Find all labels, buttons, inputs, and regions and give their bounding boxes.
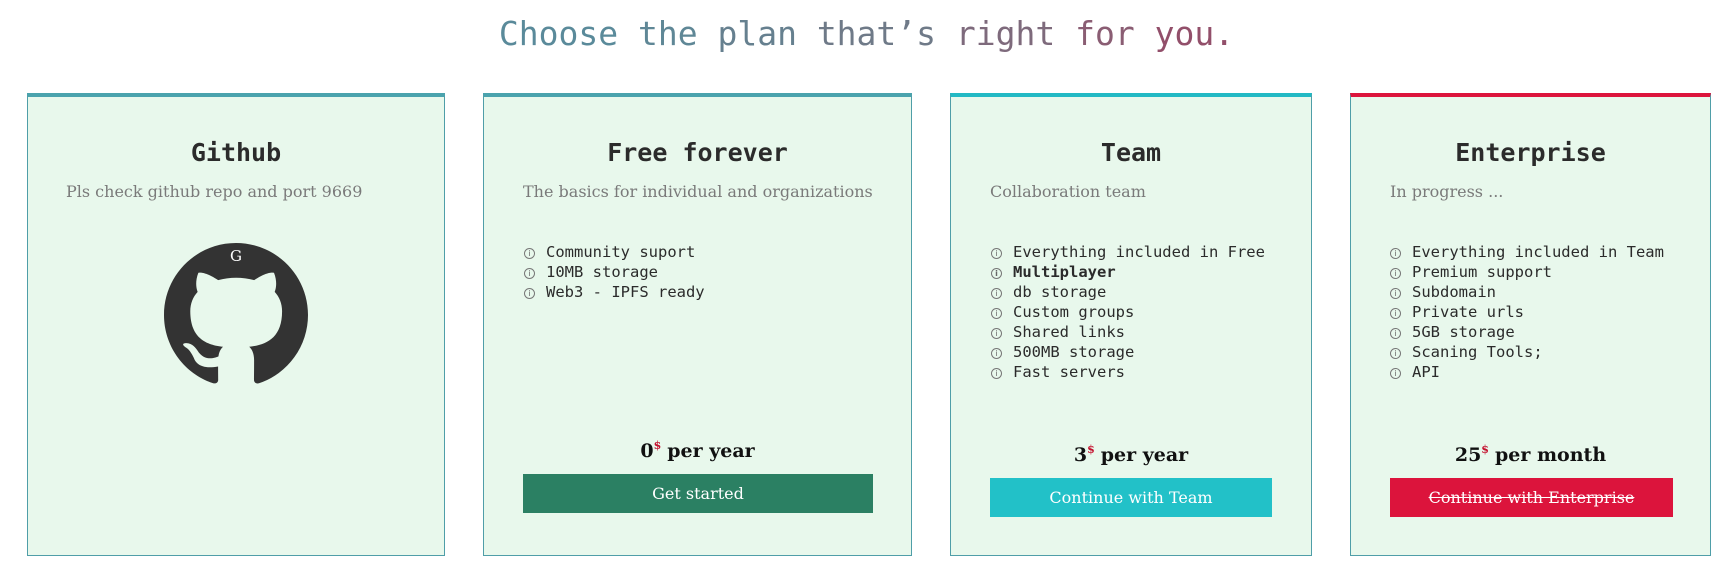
feature-label: Community suport [546,243,696,261]
price: 3$ per year [951,437,1311,468]
feature-label: Everything included in Team [1412,243,1664,261]
headline-word: plan [717,14,817,53]
feature-item: i API [1390,362,1664,382]
feature-label: Web3 - IPFS ready [546,283,705,301]
feature-item: i 5GB storage [1390,322,1664,342]
feature-label: Fast servers [1013,363,1125,381]
card-title: Team [1100,138,1162,167]
plan-card-free: Free forever The basics for individual a… [483,93,912,556]
info-icon: i [524,288,535,299]
price: 25$ per month [1351,437,1710,468]
card-title: Github [190,138,282,167]
info-icon: i [1390,288,1401,299]
github-octocat-icon: G [164,243,308,387]
price-period: per year [667,440,755,462]
feature-item: i Premium support [1390,262,1664,282]
continue-with-team-button[interactable]: Continue with Team [990,478,1272,517]
feature-item: i Everything included in Team [1390,242,1664,262]
page-headline: Choose the plan that’s right for you. [0,12,1733,56]
price-currency: $ [1087,443,1095,456]
feature-label: Multiplayer [1013,263,1116,281]
price-amount: 3 [1073,444,1088,466]
price-period: per year [1100,444,1189,466]
card-subtitle: In progress ... [1390,182,1504,201]
info-icon: i [1390,328,1401,339]
feature-label: Shared links [1013,323,1125,341]
feature-label: 10MB storage [546,263,658,281]
info-icon: i [991,268,1002,279]
feature-item: i Subdomain [1390,282,1664,302]
feature-item: i Custom groups [991,302,1265,322]
price: 0$ per year [484,433,911,464]
price-currency: $ [1481,443,1489,456]
feature-label: 500MB storage [1013,343,1135,361]
card-subtitle: Pls check github repo and port 9669 [66,182,363,201]
feature-item: i Multiplayer [991,262,1265,282]
feature-list: i Everything included in Free i Multiplaye… [991,242,1265,382]
feature-label: Everything included in Free [1013,243,1265,261]
info-icon: i [1390,308,1401,319]
feature-label: Private urls [1412,303,1524,321]
feature-list: i Everything included in Team i Premium su… [1390,242,1664,382]
price-period: per month [1494,444,1607,466]
card-subtitle: The basics for individual and organizati… [523,182,873,201]
feature-label: Subdomain [1412,283,1496,301]
info-icon: i [1390,248,1401,259]
info-icon: i [991,288,1002,299]
headline-word: that’s [816,14,956,53]
headline-word: Choose [498,14,638,53]
feature-label: 5GB storage [1412,323,1515,341]
card-title: Free forever [607,138,788,167]
headline-word: the [637,14,718,53]
feature-label: API [1412,363,1440,381]
continue-with-enterprise-button[interactable]: Continue with Enterprise [1390,478,1673,517]
info-icon: i [1390,268,1401,279]
feature-item: i Shared links [991,322,1265,342]
headline-word: for [1075,14,1155,53]
headline-word: you. [1154,14,1235,53]
info-icon: i [524,268,535,279]
info-icon: i [1390,368,1401,379]
get-started-button[interactable]: Get started [523,474,873,513]
feature-item: i Scaning Tools; [1390,342,1664,362]
plan-card-enterprise: Enterprise In progress ... i Everything i… [1350,93,1711,556]
feature-label: Premium support [1412,263,1552,281]
headline-word: right [955,14,1076,53]
info-icon: i [991,248,1002,259]
price-currency: $ [653,439,662,452]
feature-item: i Private urls [1390,302,1664,322]
feature-item: i Community suport [524,242,705,262]
feature-item: i db storage [991,282,1265,302]
feature-label: Scaning Tools; [1412,343,1543,361]
feature-item: i Web3 - IPFS ready [524,282,705,302]
info-icon: i [991,308,1002,319]
feature-label: db storage [1013,283,1107,301]
info-icon: i [991,328,1002,339]
feature-item: i 10MB storage [524,262,705,282]
plan-card-github: Github Pls check github repo and port 96… [27,93,445,556]
price-amount: 0 [640,440,654,462]
plan-card-team: Team Collaboration team i Everything incl… [950,93,1312,556]
feature-item: i Fast servers [991,362,1265,382]
card-title: Enterprise [1455,138,1606,167]
info-icon: i [991,368,1002,379]
feature-list: i Community suport i 10MB storage i Web3 - … [524,242,705,302]
feature-item: i 500MB storage [991,342,1265,362]
logo-letter: G [230,247,242,265]
info-icon: i [524,248,535,259]
info-icon: i [991,348,1002,359]
feature-label: Custom groups [1013,303,1135,321]
price-amount: 25 [1454,444,1482,466]
card-subtitle: Collaboration team [990,182,1146,201]
feature-item: i Everything included in Free [991,242,1265,262]
info-icon: i [1390,348,1401,359]
